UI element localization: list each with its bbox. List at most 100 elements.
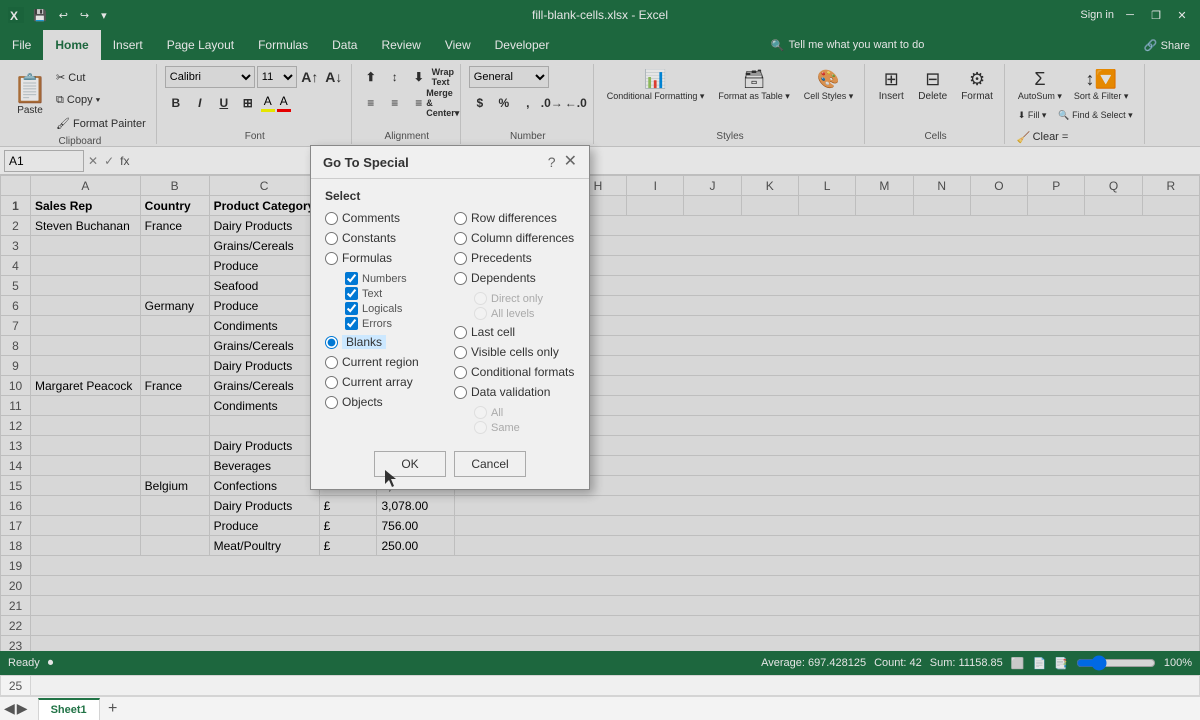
- cell-c2[interactable]: Dairy Products: [209, 216, 319, 236]
- cell-a10[interactable]: Margaret Peacock: [31, 376, 141, 396]
- cell-b17[interactable]: [140, 516, 209, 536]
- cell-b9[interactable]: [140, 356, 209, 376]
- dependents-option[interactable]: Dependents: [454, 269, 575, 287]
- col-header-b[interactable]: B: [140, 176, 209, 196]
- column-differences-option[interactable]: Column differences: [454, 229, 575, 247]
- cell-b15[interactable]: Belgium: [140, 476, 209, 496]
- dialog-help-button[interactable]: ?: [548, 154, 556, 170]
- errors-checkbox[interactable]: Errors: [345, 316, 446, 331]
- ok-button[interactable]: OK: [374, 451, 446, 477]
- row-differences-option[interactable]: Row differences: [454, 209, 575, 227]
- cell-c4[interactable]: Produce: [209, 256, 319, 276]
- decrease-font-button[interactable]: A↓: [323, 66, 345, 88]
- align-middle-button[interactable]: ↕: [384, 66, 406, 88]
- all-radio[interactable]: All: [474, 405, 575, 420]
- increase-font-button[interactable]: A↑: [299, 66, 321, 88]
- cell-styles-button[interactable]: 🎨 Cell Styles ▾: [799, 66, 859, 105]
- cell-c7[interactable]: Condiments: [209, 316, 319, 336]
- cell-e18[interactable]: 250.00: [377, 536, 455, 556]
- border-button[interactable]: ⊞: [237, 92, 259, 114]
- underline-button[interactable]: U: [213, 92, 235, 114]
- share-button[interactable]: 🔗 Share: [1134, 30, 1200, 60]
- format-button[interactable]: ⚙ Format: [956, 66, 998, 105]
- cell-c1[interactable]: Product Category: [209, 196, 319, 216]
- cell-p1[interactable]: [1028, 196, 1085, 216]
- format-painter-button[interactable]: 🖌 Format Painter: [52, 112, 150, 134]
- undo-qat-button[interactable]: ↩: [56, 7, 71, 24]
- cell-b16[interactable]: [140, 496, 209, 516]
- constants-option[interactable]: Constants: [325, 229, 446, 247]
- current-array-option[interactable]: Current array: [325, 373, 446, 391]
- formulas-option[interactable]: Formulas: [325, 249, 446, 267]
- redo-qat-button[interactable]: ↪: [77, 7, 92, 24]
- currency-button[interactable]: $: [469, 92, 491, 114]
- cell-r1[interactable]: [1142, 196, 1199, 216]
- tab-insert[interactable]: Insert: [101, 30, 155, 60]
- data-validation-option[interactable]: Data validation: [454, 383, 575, 401]
- cell-j1[interactable]: [684, 196, 741, 216]
- scroll-sheets-right-button[interactable]: ▶: [17, 700, 28, 717]
- cell-c3[interactable]: Grains/Cereals: [209, 236, 319, 256]
- cell-c18[interactable]: Meat/Poultry: [209, 536, 319, 556]
- fill-button[interactable]: ⬇ Fill ▾: [1013, 107, 1052, 124]
- format-table-button[interactable]: 🗃 Format as Table ▾: [713, 66, 794, 105]
- cell-c8[interactable]: Grains/Cereals: [209, 336, 319, 356]
- page-layout-view-button[interactable]: 📄: [1032, 657, 1046, 670]
- cell-c12[interactable]: [209, 416, 319, 436]
- col-header-i[interactable]: I: [627, 176, 684, 196]
- record-macro-icon[interactable]: ⏺: [48, 657, 54, 670]
- cell-c10[interactable]: Grains/Cereals: [209, 376, 319, 396]
- logicals-checkbox[interactable]: Logicals: [345, 301, 446, 316]
- cell-b7[interactable]: [140, 316, 209, 336]
- cell-b14[interactable]: [140, 456, 209, 476]
- cell-a13[interactable]: [31, 436, 141, 456]
- col-header-m[interactable]: M: [856, 176, 913, 196]
- cell-c17[interactable]: Produce: [209, 516, 319, 536]
- cell-c11[interactable]: Condiments: [209, 396, 319, 416]
- cell-o1[interactable]: [970, 196, 1027, 216]
- scroll-sheets-left-button[interactable]: ◀: [4, 700, 15, 717]
- cell-d16[interactable]: £: [319, 496, 377, 516]
- align-left-button[interactable]: ≡: [360, 92, 382, 114]
- cell-a6[interactable]: [31, 296, 141, 316]
- decrease-decimal-button[interactable]: ←.0: [565, 92, 587, 114]
- font-size-select[interactable]: 11: [257, 66, 297, 88]
- tab-review[interactable]: Review: [369, 30, 432, 60]
- col-header-j[interactable]: J: [684, 176, 741, 196]
- font-color-button[interactable]: A: [277, 94, 291, 112]
- comma-button[interactable]: ,: [517, 92, 539, 114]
- increase-decimal-button[interactable]: .0→: [541, 92, 563, 114]
- cell-a9[interactable]: [31, 356, 141, 376]
- cell-a12[interactable]: [31, 416, 141, 436]
- align-center-button[interactable]: ≡: [384, 92, 406, 114]
- paste-button[interactable]: 📋 Paste: [10, 66, 50, 122]
- number-format-select[interactable]: General: [469, 66, 549, 88]
- cell-a7[interactable]: [31, 316, 141, 336]
- cell-b1[interactable]: Country: [140, 196, 209, 216]
- precedents-option[interactable]: Precedents: [454, 249, 575, 267]
- cell-b13[interactable]: [140, 436, 209, 456]
- save-qat-button[interactable]: 💾: [30, 7, 50, 24]
- insert-button[interactable]: ⊞ Insert: [873, 66, 909, 105]
- cell-a17[interactable]: [31, 516, 141, 536]
- cell-c14[interactable]: Beverages: [209, 456, 319, 476]
- col-header-l[interactable]: L: [798, 176, 855, 196]
- tab-file[interactable]: File: [0, 30, 43, 60]
- bold-button[interactable]: B: [165, 92, 187, 114]
- cell-d18[interactable]: £: [319, 536, 377, 556]
- cell-c15[interactable]: Confections: [209, 476, 319, 496]
- visible-cells-option[interactable]: Visible cells only: [454, 343, 575, 361]
- wrap-text-button[interactable]: Wrap Text: [432, 66, 454, 88]
- col-header-q[interactable]: Q: [1085, 176, 1142, 196]
- cell-a8[interactable]: [31, 336, 141, 356]
- minimize-button[interactable]: ─: [1120, 5, 1140, 25]
- fill-color-button[interactable]: A: [261, 94, 275, 112]
- col-header-o[interactable]: O: [970, 176, 1027, 196]
- cell-b12[interactable]: [140, 416, 209, 436]
- normal-view-button[interactable]: ⬜: [1011, 657, 1025, 670]
- align-top-button[interactable]: ⬆: [360, 66, 382, 88]
- cell-a18[interactable]: [31, 536, 141, 556]
- cell-e17[interactable]: 756.00: [377, 516, 455, 536]
- tab-home[interactable]: Home: [43, 30, 100, 60]
- clear-button[interactable]: 🧹 Clear =: [1013, 126, 1072, 148]
